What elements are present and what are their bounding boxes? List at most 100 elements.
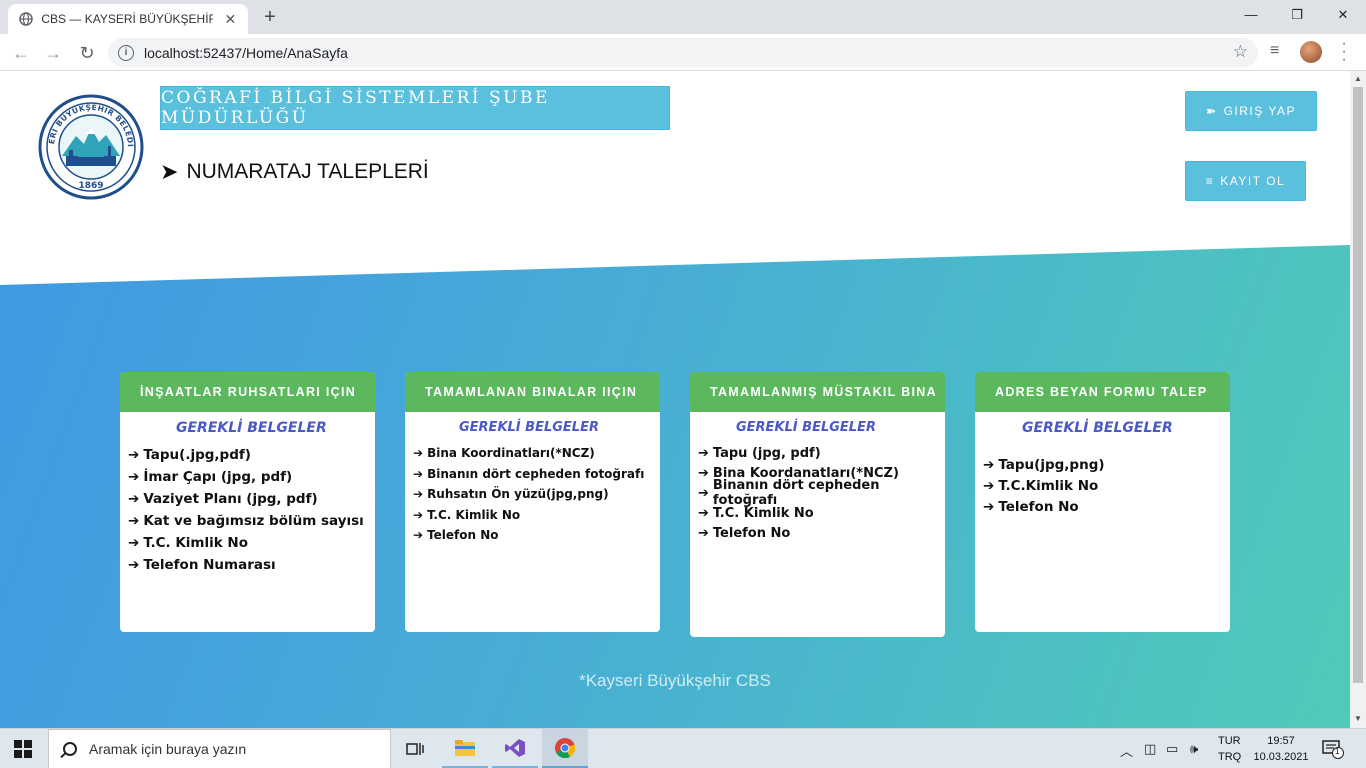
list-icon: ≡ [1205, 174, 1215, 188]
language-indicator[interactable]: TUR TRQ [1218, 733, 1241, 765]
list-item: ➔ Bina Koordinatları(*NCZ) [413, 446, 595, 461]
arrow-icon: ➔ [128, 469, 140, 485]
camera-icon[interactable]: ◫ [1144, 741, 1156, 757]
card-tamamlanan-binalar: TAMAMLANAN BINALAR IIÇIN GEREKLİ BELGELE… [405, 372, 660, 632]
list-item: ➔ Tapu (jpg, pdf) [698, 445, 821, 461]
reload-icon[interactable]: ↻ [74, 40, 100, 66]
list-item: ➔ Telefon No [698, 525, 791, 541]
close-window-button[interactable]: ✕ [1320, 0, 1366, 30]
media-queue-icon[interactable]: ≡ [1270, 42, 1279, 60]
scroll-down-icon[interactable]: ▼ [1350, 714, 1366, 723]
requirement-list: ➔ Tapu(.jpg,pdf) ➔ İmar Çapı (jpg, pdf) ➔ V… [120, 444, 375, 576]
page-viewport: KAYSERİ BÜYÜKŞEHİR BELEDİYESİ 1869 COĞRA… [0, 71, 1350, 728]
login-label: GIRIŞ YAP [1223, 104, 1296, 118]
arrow-icon: ➔ [413, 466, 424, 481]
menu-dots-icon[interactable]: · · · [1338, 36, 1350, 68]
bookmark-star-icon[interactable]: ☆ [1233, 42, 1248, 62]
chevron-up-icon[interactable]: ︿ [1120, 741, 1133, 760]
arrow-icon: ➔ [983, 456, 995, 473]
volume-icon[interactable]: 🕪 [1190, 741, 1198, 757]
card-section-title: GEREKLİ BELGELER [736, 420, 876, 435]
card-header[interactable]: ADRES BEYAN FORMU TALEP [975, 372, 1230, 412]
arrow-icon: ➔ [698, 465, 709, 481]
notification-count: 1 [1335, 747, 1340, 756]
taskbar-clock[interactable]: 19:57 10.03.2021 [1252, 733, 1310, 765]
arrow-icon: ➔ [413, 446, 424, 461]
arrow-icon: ➔ [413, 487, 424, 502]
back-arrow-icon[interactable]: ← [8, 40, 34, 66]
windows-start-icon[interactable] [14, 740, 32, 758]
requirement-list: ➔ Bina Koordinatları(*NCZ) ➔ Binanın dört … [405, 443, 660, 546]
arrow-icon: ➔ [983, 477, 995, 494]
login-button[interactable]: ➽ GIRIŞ YAP [1185, 91, 1317, 131]
list-item: ➔ Ruhsatın Ön yüzü(jpg,png) [413, 487, 609, 502]
arrow-icon: ➔ [128, 535, 140, 551]
card-mustakil-bina: TAMAMLANMIŞ MÜSTAKIL BINA GEREKLİ BELGEL… [690, 372, 945, 637]
list-item: ➔ Binanın dört cepheden fotoğrafı [698, 478, 880, 508]
close-tab-icon[interactable]: ✕ [223, 11, 238, 28]
arrow-icon: ➔ [983, 498, 995, 515]
browser-tabstrip: CBS — KAYSERİ BÜYÜKŞEHİR CO ✕ + — ❐ ✕ [0, 0, 1366, 34]
page-title: COĞRAFİ BİLGİ SİSTEMLERİ ŞUBE MÜDÜRLÜĞÜ [160, 86, 670, 130]
card-section-title: GEREKLİ BELGELER [1022, 420, 1173, 436]
list-item: ➔ Tapu(jpg,png) [983, 456, 1105, 473]
profile-avatar[interactable] [1300, 41, 1322, 63]
card-section-title: GEREKLİ BELGELER [459, 420, 599, 435]
card-header[interactable]: TAMAMLANAN BINALAR IIÇIN [405, 372, 660, 412]
list-item: ➔ T.C.Kimlik No [983, 477, 1099, 494]
arrow-right-icon: ➤ [160, 159, 179, 184]
scroll-thumb[interactable] [1353, 87, 1363, 683]
forward-arrow-icon[interactable]: → [40, 40, 66, 66]
card-section-title: GEREKLİ BELGELER [176, 420, 327, 436]
arrow-icon: ➔ [413, 528, 424, 543]
minimize-button[interactable]: — [1228, 0, 1274, 30]
task-view-icon[interactable] [392, 729, 438, 768]
info-icon[interactable]: i [118, 44, 134, 61]
notification-center-icon[interactable]: 1 [1322, 739, 1344, 759]
page-subtitle: ➤ NUMARATAJ TALEPLERİ [160, 159, 429, 185]
card-header[interactable]: İNŞAATLAR RUHSATLARI IÇIN [120, 372, 375, 412]
search-placeholder: Aramak için buraya yazın [89, 741, 247, 757]
page-scrollbar[interactable]: ▲ ▼ [1350, 71, 1366, 728]
list-item: ➔ Telefon No [413, 528, 499, 543]
maximize-button[interactable]: ❐ [1274, 0, 1320, 30]
arrow-icon: ➔ [128, 513, 140, 529]
list-item: ➔ Binanın dört cepheden fotoğrafı [413, 466, 645, 481]
browser-tab[interactable]: CBS — KAYSERİ BÜYÜKŞEHİR CO ✕ [8, 4, 248, 34]
taskbar-search-input[interactable]: Aramak için buraya yazın [48, 729, 391, 768]
subtitle-text: NUMARATAJ TALEPLERİ [186, 160, 429, 183]
list-item: ➔ Tapu(.jpg,pdf) [128, 447, 251, 463]
chrome-icon[interactable] [542, 729, 588, 768]
arrow-icon: ➔ [413, 507, 424, 522]
address-bar[interactable]: i localhost:52437/Home/AnaSayfa ☆ [108, 38, 1258, 67]
url-text: localhost:52437/Home/AnaSayfa [144, 44, 348, 61]
list-item: ➔ Vaziyet Planı (jpg, pdf) [128, 491, 318, 507]
list-item: ➔ T.C. Kimlik No [128, 535, 248, 551]
windows-taskbar: Aramak için buraya yazın ︿ ◫ ▭ 🕪 TUR TRQ… [0, 728, 1366, 768]
register-button[interactable]: ≡ KAYIT OL [1185, 161, 1306, 201]
arrow-icon: ➔ [128, 447, 140, 463]
globe-icon [18, 11, 33, 27]
battery-icon[interactable]: ▭ [1166, 741, 1178, 757]
arrow-icon: ➔ [128, 491, 140, 507]
list-item: ➔ Kat ve bağımsız bölüm sayısı [128, 513, 364, 529]
list-item: ➔ İmar Çapı (jpg, pdf) [128, 469, 293, 485]
card-adres-beyan: ADRES BEYAN FORMU TALEP GEREKLİ BELGELER… [975, 372, 1230, 632]
scroll-up-icon[interactable]: ▲ [1350, 74, 1366, 83]
arrow-icon: ➔ [698, 445, 709, 461]
new-tab-button[interactable]: + [258, 6, 282, 30]
search-icon [63, 742, 77, 756]
arrow-icon: ➔ [698, 505, 709, 521]
card-insaat-ruhsat: İNŞAATLAR RUHSATLARI IÇIN GEREKLİ BELGEL… [120, 372, 375, 632]
card-header[interactable]: TAMAMLANMIŞ MÜSTAKIL BINA [690, 372, 945, 412]
svg-text:1869: 1869 [78, 181, 103, 191]
requirement-list: ➔ Tapu (jpg, pdf) ➔ Bina Koordanatları(*NC… [690, 443, 945, 543]
requirement-list: ➔ Tapu(jpg,png) ➔ T.C.Kimlik No ➔ Telefon N… [975, 454, 1230, 517]
register-label: KAYIT OL [1220, 174, 1286, 188]
visual-studio-icon[interactable] [492, 729, 538, 768]
list-item: ➔ Telefon Numarası [128, 557, 276, 573]
sign-in-icon: ➽ [1206, 104, 1218, 118]
list-item: ➔ T.C. Kimlik No [413, 507, 521, 522]
file-explorer-icon[interactable] [442, 729, 488, 768]
list-item: ➔ Telefon No [983, 498, 1079, 515]
